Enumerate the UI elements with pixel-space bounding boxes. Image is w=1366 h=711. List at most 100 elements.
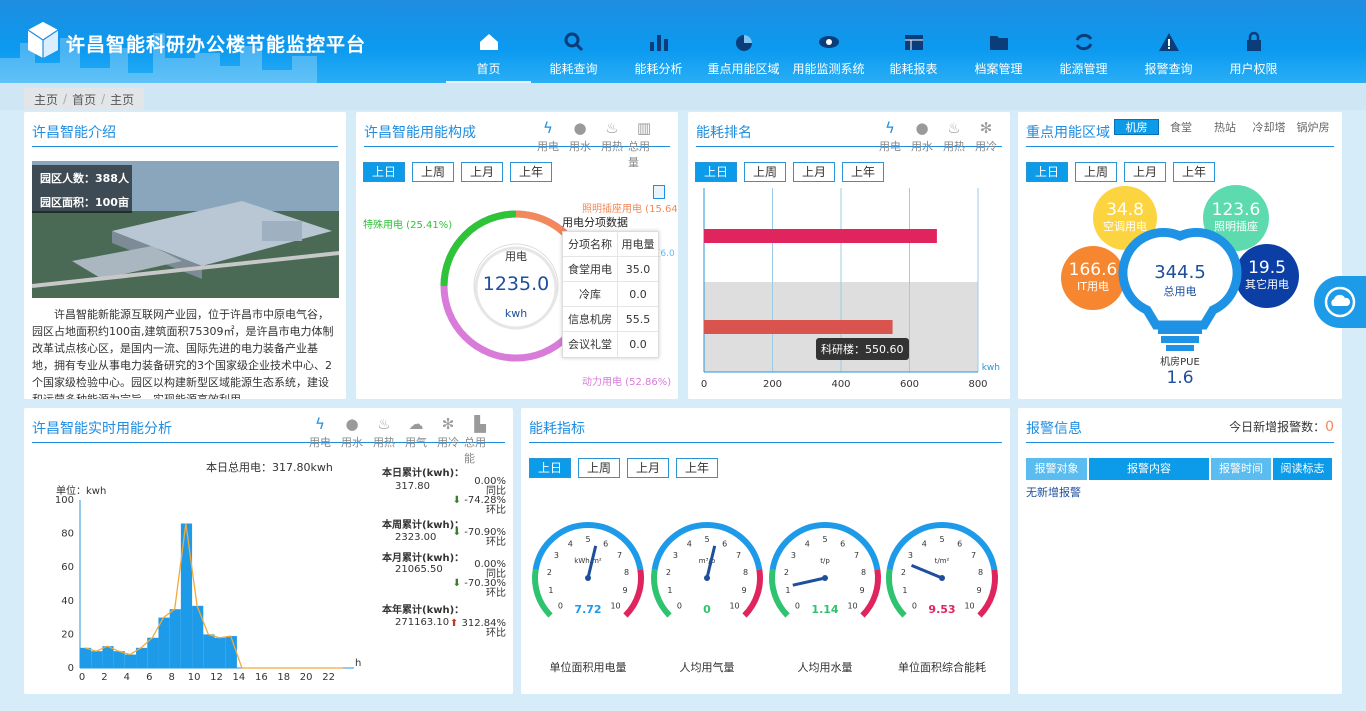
gauge-tick: 4 (805, 539, 810, 548)
gauge-tick: 7 (736, 551, 741, 560)
rank-period-week[interactable]: 上周 (744, 162, 787, 182)
bubble-other-label: 其它用电 (1245, 278, 1289, 291)
tick-label: 0 (701, 379, 707, 390)
intro-text: 许昌智能新能源互联网产业园，位于许昌市中原电气谷，园区占地面积约100亩,建筑面… (32, 308, 334, 399)
bubble-ac-value: 34.8 (1106, 200, 1144, 220)
flame-icon: ♨ (947, 119, 961, 137)
x-tick-label: 10 (188, 672, 201, 683)
indicators-panel: 能耗指标 上日 上周 上月 上年 0 1 2 3 4 5 6 7 8 9 10 kWh/m² 7.72 0… (521, 408, 1010, 694)
nav-report[interactable]: 能耗报表 (871, 0, 956, 83)
doc-icon[interactable] (653, 185, 665, 199)
alarm-table-header: 报警对象 报警内容 报警时间 阅读标志 (1026, 458, 1332, 480)
y-tick-label: 0 (68, 663, 74, 674)
gauge-hub (704, 575, 710, 581)
period-month[interactable]: 上月 (461, 162, 504, 182)
ranking-panel: 能耗排名 ϟ 用电 ● 用水 ♨ 用热 ✻ 用冷 上日 上周 上月 上年 0 200 400… (688, 112, 1010, 399)
nav-key-zone[interactable]: 重点用能区域 (701, 0, 786, 83)
crumb-1[interactable]: 主页 (34, 91, 58, 108)
ind-period-week[interactable]: 上周 (578, 458, 621, 478)
gauge-3-label: 人均用水量 (797, 661, 853, 674)
gauge-tick: 6 (603, 539, 608, 548)
realtime-stats: 本日累计(kwh)： 317.80 0.00% 同比 ⬇ -74.28% 环比 本周… (382, 464, 508, 641)
gauge-value: 0 (703, 603, 711, 616)
nav-archive[interactable]: 档案管理 (956, 0, 1041, 83)
ind-period-month[interactable]: 上月 (627, 458, 670, 478)
logo-cube-icon (27, 22, 59, 58)
rank-period-day[interactable]: 上日 (695, 162, 738, 182)
hour-bar (192, 605, 204, 668)
x-tick-label: 14 (233, 672, 246, 683)
tick-label: 400 (831, 379, 850, 390)
rt-tab-water[interactable]: ● 用水 (336, 414, 368, 466)
gauge-tick: 3 (554, 551, 559, 560)
rank-tab-electric[interactable]: ϟ 用电 (874, 118, 906, 154)
bubble-other-value: 19.5 (1248, 258, 1286, 278)
composition-panel: 许昌智能用能构成 ϟ 用电 ● 用水 ♨ 用热 ▥ 总用量 上日 上周 上月 上年 用电… (356, 112, 678, 399)
gauge-tick: 4 (922, 539, 927, 548)
gauge-tick: 8 (861, 568, 866, 577)
gauge-tick: 5 (585, 535, 590, 544)
gauge-4-label: 单位面积综合能耗 (898, 661, 986, 674)
hour-bar (136, 647, 148, 668)
x-tick-label: 8 (168, 672, 174, 683)
gauge-tick: 4 (687, 539, 692, 548)
period-week[interactable]: 上周 (412, 162, 455, 182)
tick-label: 800 (968, 379, 987, 390)
nav-alarm[interactable]: 报警查询 (1126, 0, 1211, 83)
table-row: 信息机房 55.5 (563, 307, 658, 332)
water-drop-icon: ● (345, 415, 359, 433)
label-lighting: 照明插座用电 (15.64%) (582, 204, 678, 215)
cloud-service-button[interactable] (1314, 276, 1366, 328)
tab-heat[interactable]: ♨ 用热 (596, 118, 628, 170)
realtime-title: 许昌智能实时用能分析 (32, 421, 172, 437)
period-year[interactable]: 上年 (510, 162, 553, 182)
gauge-tick: 5 (704, 535, 709, 544)
rank-tab-water[interactable]: ● 用水 (906, 118, 938, 154)
nav-query[interactable]: 能耗查询 (531, 0, 616, 83)
hour-bar (214, 637, 226, 668)
gauge-tick: 0 (912, 602, 917, 611)
tab-water[interactable]: ● 用水 (564, 118, 596, 170)
x-tick-label: 16 (255, 672, 268, 683)
gauge-tick: 1 (548, 586, 553, 595)
rt-tab-heat[interactable]: ♨ 用热 (368, 414, 400, 466)
snowflake-icon: ✻ (441, 415, 455, 433)
nav-users[interactable]: 用户权限 (1211, 0, 1296, 83)
y-tick-label: 20 (61, 629, 74, 640)
y-tick-label: 100 (55, 495, 74, 506)
rt-tab-total[interactable]: ▙ 总用能 (464, 414, 496, 466)
period-day[interactable]: 上日 (363, 162, 406, 182)
main-nav: 首页 能耗查询 能耗分析 重点用能区域 用能监测系统 能耗报表 档案管理 能源管… (446, 0, 1296, 83)
breadcrumb: 主页 / 首页 / 主页 (24, 88, 145, 110)
nav-monitor[interactable]: 用能监测系统 (786, 0, 871, 83)
stat-month: 本月累计(kwh)： 21065.50 0.00% 同比 ⬇ -70.30% 环比 (382, 553, 506, 599)
rank-tab-heat[interactable]: ♨ 用热 (938, 118, 970, 154)
water-drop-icon: ● (915, 119, 929, 137)
rt-tab-gas[interactable]: ☁ 用气 (400, 414, 432, 466)
gauge-tick: 9 (860, 586, 865, 595)
x-axis-unit: h (355, 658, 361, 669)
gauge-tick: 10 (610, 602, 620, 611)
rank-period-year[interactable]: 上年 (842, 162, 885, 182)
tab-total[interactable]: ▥ 总用量 (628, 118, 660, 170)
nav-analysis[interactable]: 能耗分析 (616, 0, 701, 83)
ind-period-day[interactable]: 上日 (529, 458, 572, 478)
rank-tab-cold[interactable]: ✻ 用冷 (970, 118, 1002, 154)
crumb-2[interactable]: 首页 (72, 91, 96, 108)
nav-energy[interactable]: 能源管理 (1041, 0, 1126, 83)
table-row: 会议礼堂 0.0 (563, 332, 658, 357)
ranking-chart: 0 200 400 600 800 kwh (701, 188, 1000, 390)
ind-period-year[interactable]: 上年 (676, 458, 719, 478)
snowflake-icon: ✻ (979, 119, 993, 137)
rt-tab-cold[interactable]: ✻ 用冷 (432, 414, 464, 466)
bubble-it-value: 166.6 (1068, 260, 1118, 280)
gauge-value: 7.72 (574, 603, 601, 616)
lightning-icon: ϟ (315, 415, 325, 433)
hour-bar (91, 651, 103, 668)
rank-period-month[interactable]: 上月 (793, 162, 836, 182)
nav-home[interactable]: 首页 (446, 0, 531, 83)
lightning-icon: ϟ (885, 119, 895, 137)
bubble-lighting-value: 123.6 (1211, 200, 1261, 220)
gauge-value: 1.14 (811, 603, 838, 616)
bulb-total-value: 344.5 (1154, 262, 1206, 283)
